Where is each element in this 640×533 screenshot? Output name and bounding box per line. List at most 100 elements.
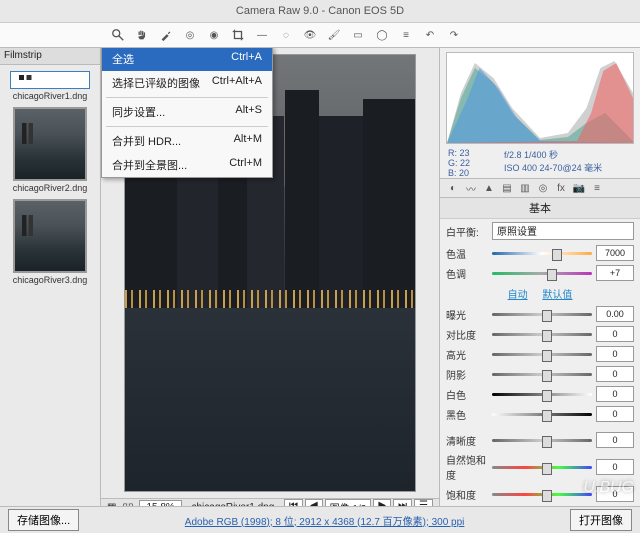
slider-value[interactable]: 7000 — [596, 245, 634, 261]
zoom-tool-icon[interactable] — [110, 27, 126, 43]
watermark: U.BUG — [583, 479, 634, 497]
default-link[interactable]: 默认值 — [542, 290, 572, 301]
rotate-cw-icon[interactable]: ↷ — [446, 27, 462, 43]
rgb-b: B: 20 — [448, 168, 498, 178]
slider[interactable] — [492, 368, 592, 380]
histogram[interactable] — [446, 52, 634, 144]
slider-value[interactable]: 0 — [596, 386, 634, 402]
tab-cal-icon[interactable]: 📷 — [572, 181, 586, 195]
slider-value[interactable]: 0 — [596, 366, 634, 382]
slider-value[interactable]: 0 — [596, 326, 634, 342]
tab-basic-icon[interactable]: ◐ — [446, 181, 460, 195]
thumbnail[interactable]: chicagoRiver3.dng — [8, 199, 92, 285]
slider[interactable] — [492, 328, 592, 340]
redeye-icon[interactable]: 👁 — [302, 27, 318, 43]
current-file-label: chicagoRiver1.dng — [188, 502, 278, 506]
filmstrip-header: Filmstrip — [0, 48, 100, 65]
radial-icon[interactable]: ◯ — [374, 27, 390, 43]
gradient-icon[interactable]: ▭ — [350, 27, 366, 43]
rotate-ccw-icon[interactable]: ↶ — [422, 27, 438, 43]
slider-value[interactable]: 0 — [596, 346, 634, 362]
preview-footer: ▦ ▯▯ 15.8% chicagoRiver1.dng ⏮ ◀ 图像 1/3 … — [101, 498, 439, 506]
tab-fx-icon[interactable]: fx — [554, 181, 568, 195]
slider-row: 曝光 0.00 — [440, 304, 640, 324]
crop-icon[interactable] — [230, 27, 246, 43]
thumbnail[interactable]: chicagoRiver2.dng — [8, 107, 92, 193]
preview-area: 全选Ctrl+A选择已评级的图像Ctrl+Alt+A 同步设置...Alt+S 合并… — [101, 48, 439, 506]
page-indicator: 图像 1/3 — [325, 499, 372, 506]
slider[interactable] — [492, 247, 592, 259]
rgb-g: G: 22 — [448, 158, 498, 168]
wb-preset-select[interactable]: 原照设置 — [492, 222, 634, 240]
menu-icon[interactable]: ☰ — [414, 499, 433, 506]
nav-last-icon[interactable]: ⏭ — [393, 499, 412, 506]
rgb-r: R: 23 — [448, 148, 498, 158]
slider-value[interactable]: 0 — [596, 406, 634, 422]
slider-label: 曝光 — [446, 307, 488, 322]
auto-link[interactable]: 自动 — [508, 290, 528, 301]
wb-label: 白平衡: — [446, 224, 488, 239]
toolbar: ◎ ◉ — ◌ 👁 🖌 ▭ ◯ ≡ ↶ ↷ — [0, 23, 640, 48]
thumb-label: chicagoRiver1.dng — [8, 91, 92, 101]
slider[interactable] — [492, 488, 592, 500]
thumb-image[interactable] — [10, 71, 90, 89]
brush-icon[interactable]: 🖌 — [326, 27, 342, 43]
nav-prev-icon[interactable]: ◀ — [305, 499, 323, 506]
view-icon[interactable]: ▦ — [107, 502, 116, 506]
compare-icon[interactable]: ▯▯ — [122, 502, 133, 506]
thumbnail[interactable]: chicagoRiver1.dng — [8, 71, 92, 101]
slider-value[interactable]: 0 — [596, 459, 634, 475]
slider-label: 饱和度 — [446, 487, 488, 502]
section-title: 基本 — [440, 198, 640, 219]
menu-item[interactable]: 同步设置...Alt+S — [102, 100, 272, 124]
menu-item[interactable]: 合并到全景图...Ctrl+M — [102, 153, 272, 177]
thumb-image[interactable] — [13, 199, 87, 273]
tab-curve-icon[interactable]: 〰 — [464, 181, 478, 195]
slider-row: 黑色 0 — [440, 404, 640, 424]
tab-hsl-icon[interactable]: ▤ — [500, 181, 514, 195]
workflow-link[interactable]: Adobe RGB (1998); 8 位; 2912 x 4368 (12.7… — [87, 513, 562, 528]
slider-label: 色温 — [446, 246, 488, 261]
target-adjust-icon[interactable]: ◉ — [206, 27, 222, 43]
slider-value[interactable]: 0.00 — [596, 306, 634, 322]
slider[interactable] — [492, 434, 592, 446]
slider-row: 阴影0 — [440, 364, 640, 384]
nav-next-icon[interactable]: ▶ — [373, 499, 391, 506]
adjust-panel: R: 23 G: 22 B: 20 f/2.8 1/400 秒 ISO 400 … — [439, 48, 640, 506]
slider-label: 黑色 — [446, 407, 488, 422]
sampler-icon[interactable]: ◎ — [182, 27, 198, 43]
menu-item[interactable]: 选择已评级的图像Ctrl+Alt+A — [102, 71, 272, 95]
slider[interactable] — [492, 308, 592, 320]
footer: 存储图像... Adobe RGB (1998); 8 位; 2912 x 43… — [0, 506, 640, 533]
slider[interactable] — [492, 267, 592, 279]
menu-item[interactable]: 全选Ctrl+A — [102, 48, 272, 71]
slider[interactable] — [492, 408, 592, 420]
slider[interactable] — [492, 388, 592, 400]
open-image-button[interactable]: 打开图像 — [570, 509, 632, 531]
thumb-image[interactable] — [13, 107, 87, 181]
slider-label: 清晰度 — [446, 433, 488, 448]
slider-row: 色调+7 — [440, 263, 640, 283]
eyedropper-icon[interactable] — [158, 27, 174, 43]
filmstrip: Filmstrip chicagoRiver1.dng chicagoRiver2… — [0, 48, 101, 506]
zoom-level[interactable]: 15.8% — [139, 500, 181, 506]
slider[interactable] — [492, 461, 592, 473]
slider-row: 清晰度 0 — [440, 430, 640, 450]
tab-lens-icon[interactable]: ◎ — [536, 181, 550, 195]
save-image-button[interactable]: 存储图像... — [8, 509, 79, 531]
tab-split-icon[interactable]: ▥ — [518, 181, 532, 195]
slider-value[interactable]: 0 — [596, 432, 634, 448]
tab-preset-icon[interactable]: ≡ — [590, 181, 604, 195]
straighten-icon[interactable]: — — [254, 27, 270, 43]
menu-item[interactable]: 合并到 HDR...Alt+M — [102, 129, 272, 153]
slider-row: 白色0 — [440, 384, 640, 404]
prefs-icon[interactable]: ≡ — [398, 27, 414, 43]
title-bar: Camera Raw 9.0 - Canon EOS 5D — [0, 0, 640, 23]
slider[interactable] — [492, 348, 592, 360]
tab-detail-icon[interactable]: ▲ — [482, 181, 496, 195]
slider-value[interactable]: +7 — [596, 265, 634, 281]
hand-tool-icon[interactable] — [134, 27, 150, 43]
spot-icon[interactable]: ◌ — [278, 27, 294, 43]
slider-row: 对比度0 — [440, 324, 640, 344]
nav-first-icon[interactable]: ⏮ — [284, 499, 303, 506]
